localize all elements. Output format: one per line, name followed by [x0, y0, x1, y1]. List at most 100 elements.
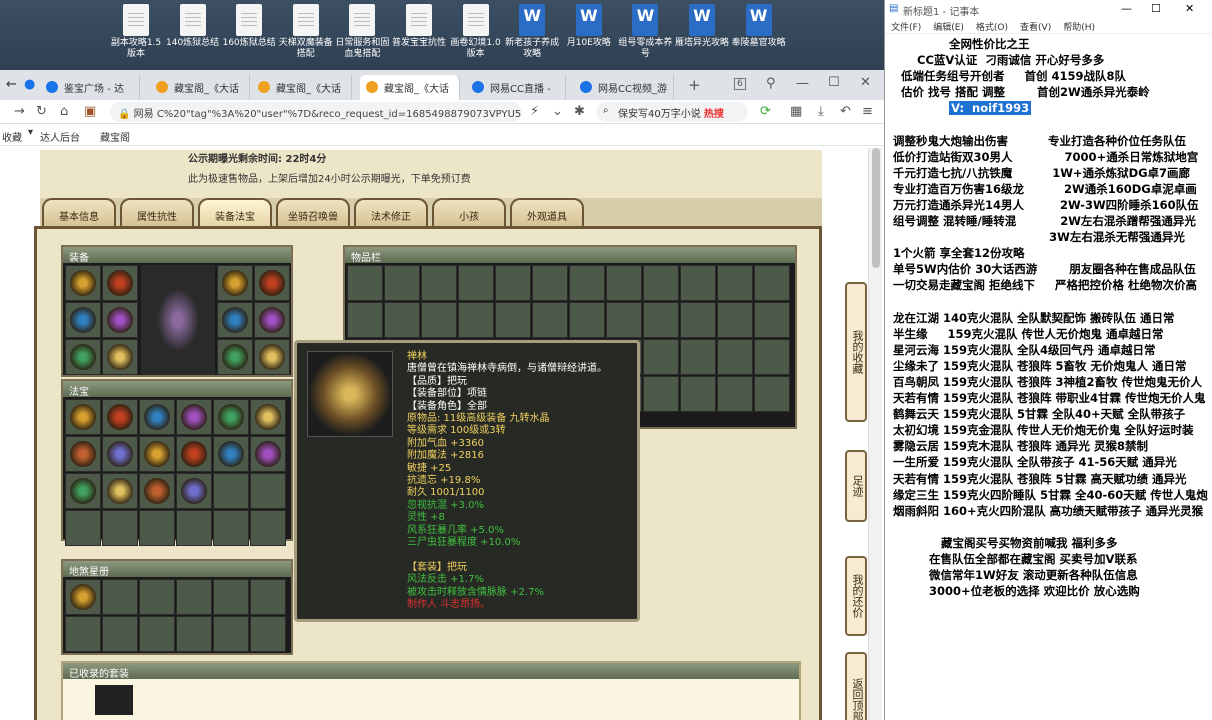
browser-tab-3[interactable]: 藏宝阁_《大话 — [360, 75, 460, 100]
url-input[interactable]: 🔒 网易 C%20"tag"%3A%20"user"%7D&reco_reque… — [110, 102, 522, 122]
fabao-slot[interactable] — [102, 473, 138, 509]
inv-slot[interactable] — [717, 376, 753, 412]
fabao-slot[interactable] — [102, 399, 138, 435]
tianshu-slot[interactable] — [102, 616, 138, 652]
fabao-slot[interactable] — [250, 436, 286, 472]
inv-slot[interactable] — [495, 302, 531, 338]
inv-slot[interactable] — [754, 376, 790, 412]
np-minimize-button[interactable]: — — [1121, 2, 1132, 15]
desktop-file-9[interactable]: 组号零成本养号 — [617, 4, 673, 60]
eqL-slot[interactable] — [102, 302, 138, 338]
menu-icon[interactable]: ≡ — [862, 104, 873, 119]
game-tab-2[interactable]: 装备法宝 — [198, 198, 272, 226]
desktop-file-0[interactable]: 副本攻略1.5版本 — [108, 4, 164, 60]
inv-slot[interactable] — [384, 302, 420, 338]
desktop-file-2[interactable]: 160炼狱总结 — [221, 4, 277, 49]
inv-slot[interactable] — [754, 302, 790, 338]
inv-slot[interactable] — [495, 265, 531, 301]
desktop-file-5[interactable]: 普发宝宝抗性 — [391, 4, 447, 49]
download-icon[interactable]: ⤓ — [818, 104, 824, 119]
eqL-slot[interactable] — [65, 302, 101, 338]
suit-icon[interactable] — [95, 685, 133, 715]
fabao-slot[interactable] — [213, 399, 249, 435]
inv-slot[interactable] — [421, 302, 457, 338]
fabao-slot[interactable] — [102, 510, 138, 546]
refresh-small-icon[interactable]: ⟳ — [760, 104, 771, 119]
eqR-slot[interactable] — [254, 339, 290, 375]
inv-slot[interactable] — [643, 265, 679, 301]
inv-slot[interactable] — [643, 339, 679, 375]
forward-icon[interactable]: → — [14, 104, 25, 119]
fabao-slot[interactable] — [139, 473, 175, 509]
inv-slot[interactable] — [680, 302, 716, 338]
inv-slot[interactable] — [680, 376, 716, 412]
inv-slot[interactable] — [347, 265, 383, 301]
eqL-slot[interactable] — [65, 339, 101, 375]
fabao-slot[interactable] — [176, 473, 212, 509]
fabao-slot[interactable] — [176, 399, 212, 435]
fabao-slot[interactable] — [250, 473, 286, 509]
fabao-slot[interactable] — [102, 436, 138, 472]
inv-slot[interactable] — [717, 302, 753, 338]
tianshu-slot[interactable] — [176, 579, 212, 615]
fabao-slot[interactable] — [139, 436, 175, 472]
briefcase-icon[interactable]: ▣ — [84, 104, 96, 119]
desktop-file-11[interactable]: 奉陵墓官攻略 — [731, 4, 787, 49]
inv-slot[interactable] — [458, 265, 494, 301]
fabao-slot[interactable] — [65, 399, 101, 435]
fabao-slot[interactable] — [65, 510, 101, 546]
notepad-menu-item[interactable]: 查看(V) — [1020, 23, 1051, 33]
home-icon[interactable]: ⌂ — [60, 104, 68, 119]
bookmark-favorites[interactable]: 收藏 — [2, 129, 22, 144]
fabao-slot[interactable] — [250, 399, 286, 435]
tianshu-slot[interactable] — [139, 616, 175, 652]
eqL-slot[interactable] — [102, 265, 138, 301]
browser-tab-2[interactable]: 藏宝阁_《大话 — [252, 75, 352, 100]
game-tab-6[interactable]: 外观道具 — [510, 198, 584, 226]
desktop-file-7[interactable]: 新老孩子养成攻略 — [504, 4, 560, 60]
browser-scrollbar[interactable] — [868, 148, 882, 720]
notepad-menu-item[interactable]: 格式(O) — [976, 23, 1008, 33]
desktop-file-6[interactable]: 画卷幻境1.0版本 — [448, 4, 504, 60]
side-button-1[interactable]: 足迹 — [845, 450, 867, 522]
eqR-slot[interactable] — [217, 265, 253, 301]
inv-slot[interactable] — [606, 265, 642, 301]
dropdown-icon[interactable]: ⌄ — [552, 104, 563, 119]
side-button-0[interactable]: 我的收藏 — [845, 282, 867, 422]
tianshu-slot[interactable] — [102, 579, 138, 615]
tianshu-slot[interactable] — [65, 579, 101, 615]
eqR-slot[interactable] — [254, 265, 290, 301]
side-button-2[interactable]: 我的还价 — [845, 556, 867, 636]
browser-tab-0[interactable]: 鉴宝广场 - 达 — [40, 75, 140, 100]
fabao-slot[interactable] — [250, 510, 286, 546]
browser-tab-1[interactable]: 藏宝阁_《大话 — [150, 75, 250, 100]
notepad-menu-item[interactable]: 编辑(E) — [933, 23, 964, 33]
game-tab-1[interactable]: 属性抗性 — [120, 198, 194, 226]
back-history-icon[interactable]: ← — [6, 77, 17, 92]
bolt-icon[interactable]: ⚡ — [530, 104, 539, 119]
inv-slot[interactable] — [569, 302, 605, 338]
maximize-button[interactable]: ☐ — [828, 75, 840, 90]
tianshu-slot[interactable] — [213, 579, 249, 615]
inv-slot[interactable] — [606, 302, 642, 338]
desktop-file-3[interactable]: 天梯双魔装备搭配 — [278, 4, 334, 60]
inv-slot[interactable] — [680, 339, 716, 375]
inv-slot[interactable] — [347, 302, 383, 338]
tab-count-badge[interactable]: 6 — [734, 78, 746, 90]
browser-logo-icon[interactable]: ● — [24, 77, 35, 92]
fabao-slot[interactable] — [176, 510, 212, 546]
fabao-slot[interactable] — [139, 510, 175, 546]
np-close-button[interactable]: ✕ — [1185, 2, 1194, 15]
fabao-slot[interactable] — [213, 436, 249, 472]
browser-tab-5[interactable]: 网易CC视频_游 — [574, 75, 674, 100]
game-tab-0[interactable]: 基本信息 — [42, 198, 116, 226]
bookmark-creator[interactable]: 达人后台 — [40, 129, 80, 144]
browser-tab-4[interactable]: 网易CC直播 - — [466, 75, 566, 100]
notepad-menu-item[interactable]: 文件(F) — [891, 23, 921, 33]
desktop-file-1[interactable]: 140炼狱总结 — [165, 4, 221, 49]
notepad-textarea[interactable]: 全网性价比之王 CC蓝V认证 刁雨诚信 开心好号多多 低端任务组号开创者 首创 … — [885, 36, 1212, 599]
inv-slot[interactable] — [569, 265, 605, 301]
new-tab-button[interactable]: + — [688, 76, 701, 94]
minimize-button[interactable]: — — [796, 76, 809, 91]
inv-slot[interactable] — [680, 265, 716, 301]
